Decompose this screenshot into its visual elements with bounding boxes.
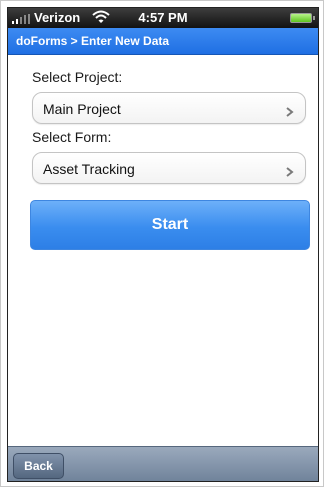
- bottom-toolbar: Back: [8, 446, 318, 481]
- start-button[interactable]: Start: [30, 200, 310, 250]
- clock-time: 4:57 PM: [138, 10, 188, 25]
- page-title: doForms > Enter New Data: [16, 34, 170, 48]
- project-selector[interactable]: Main Project: [32, 92, 306, 124]
- battery-icon: [290, 13, 315, 23]
- screenshot-frame: Verizon 4:57 PM doForms > Enter New Data…: [0, 0, 324, 487]
- project-value: Main Project: [43, 101, 121, 117]
- chevron-right-icon: [285, 104, 294, 117]
- form-value: Asset Tracking: [43, 161, 135, 177]
- chevron-right-icon: [285, 164, 294, 177]
- phone-screen: Verizon 4:57 PM doForms > Enter New Data…: [7, 7, 319, 482]
- navigation-bar: doForms > Enter New Data: [8, 28, 318, 55]
- status-bar: Verizon 4:57 PM: [8, 8, 318, 28]
- back-button[interactable]: Back: [13, 453, 64, 479]
- select-form-label: Select Form:: [32, 129, 112, 145]
- select-project-label: Select Project:: [32, 69, 123, 85]
- form-selector[interactable]: Asset Tracking: [32, 152, 306, 184]
